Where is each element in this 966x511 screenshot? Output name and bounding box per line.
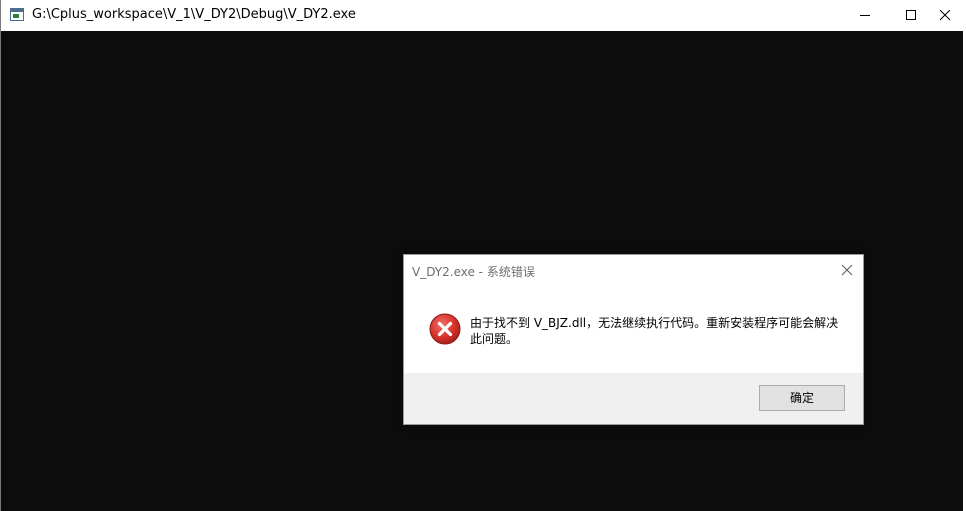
error-message: 由于找不到 V_BJZ.dll，无法继续执行代码。重新安装程序可能会解决此问题。	[470, 316, 839, 346]
window-title: G:\Cplus_workspace\V_1\V_DY2\Debug\V_DY2…	[32, 7, 356, 22]
ok-button[interactable]: 确定	[759, 385, 845, 411]
error-icon	[429, 313, 461, 345]
close-window-button[interactable]	[922, 0, 966, 31]
dialog-footer: 确定	[404, 373, 863, 424]
minimize-icon	[860, 15, 870, 16]
minimize-button[interactable]	[842, 0, 888, 31]
maximize-icon	[906, 10, 916, 20]
dialog-title: V_DY2.exe - 系统错误	[412, 265, 535, 279]
system-error-dialog: V_DY2.exe - 系统错误 由于找不到 V_BJZ.dll，无法继续执行代…	[403, 254, 864, 425]
window-titlebar[interactable]: G:\Cplus_workspace\V_1\V_DY2\Debug\V_DY2…	[1, 0, 966, 31]
dialog-close-icon[interactable]	[841, 264, 853, 276]
console-app-icon	[10, 8, 24, 21]
close-icon	[940, 10, 951, 21]
console-window: G:\Cplus_workspace\V_1\V_DY2\Debug\V_DY2…	[0, 0, 966, 511]
